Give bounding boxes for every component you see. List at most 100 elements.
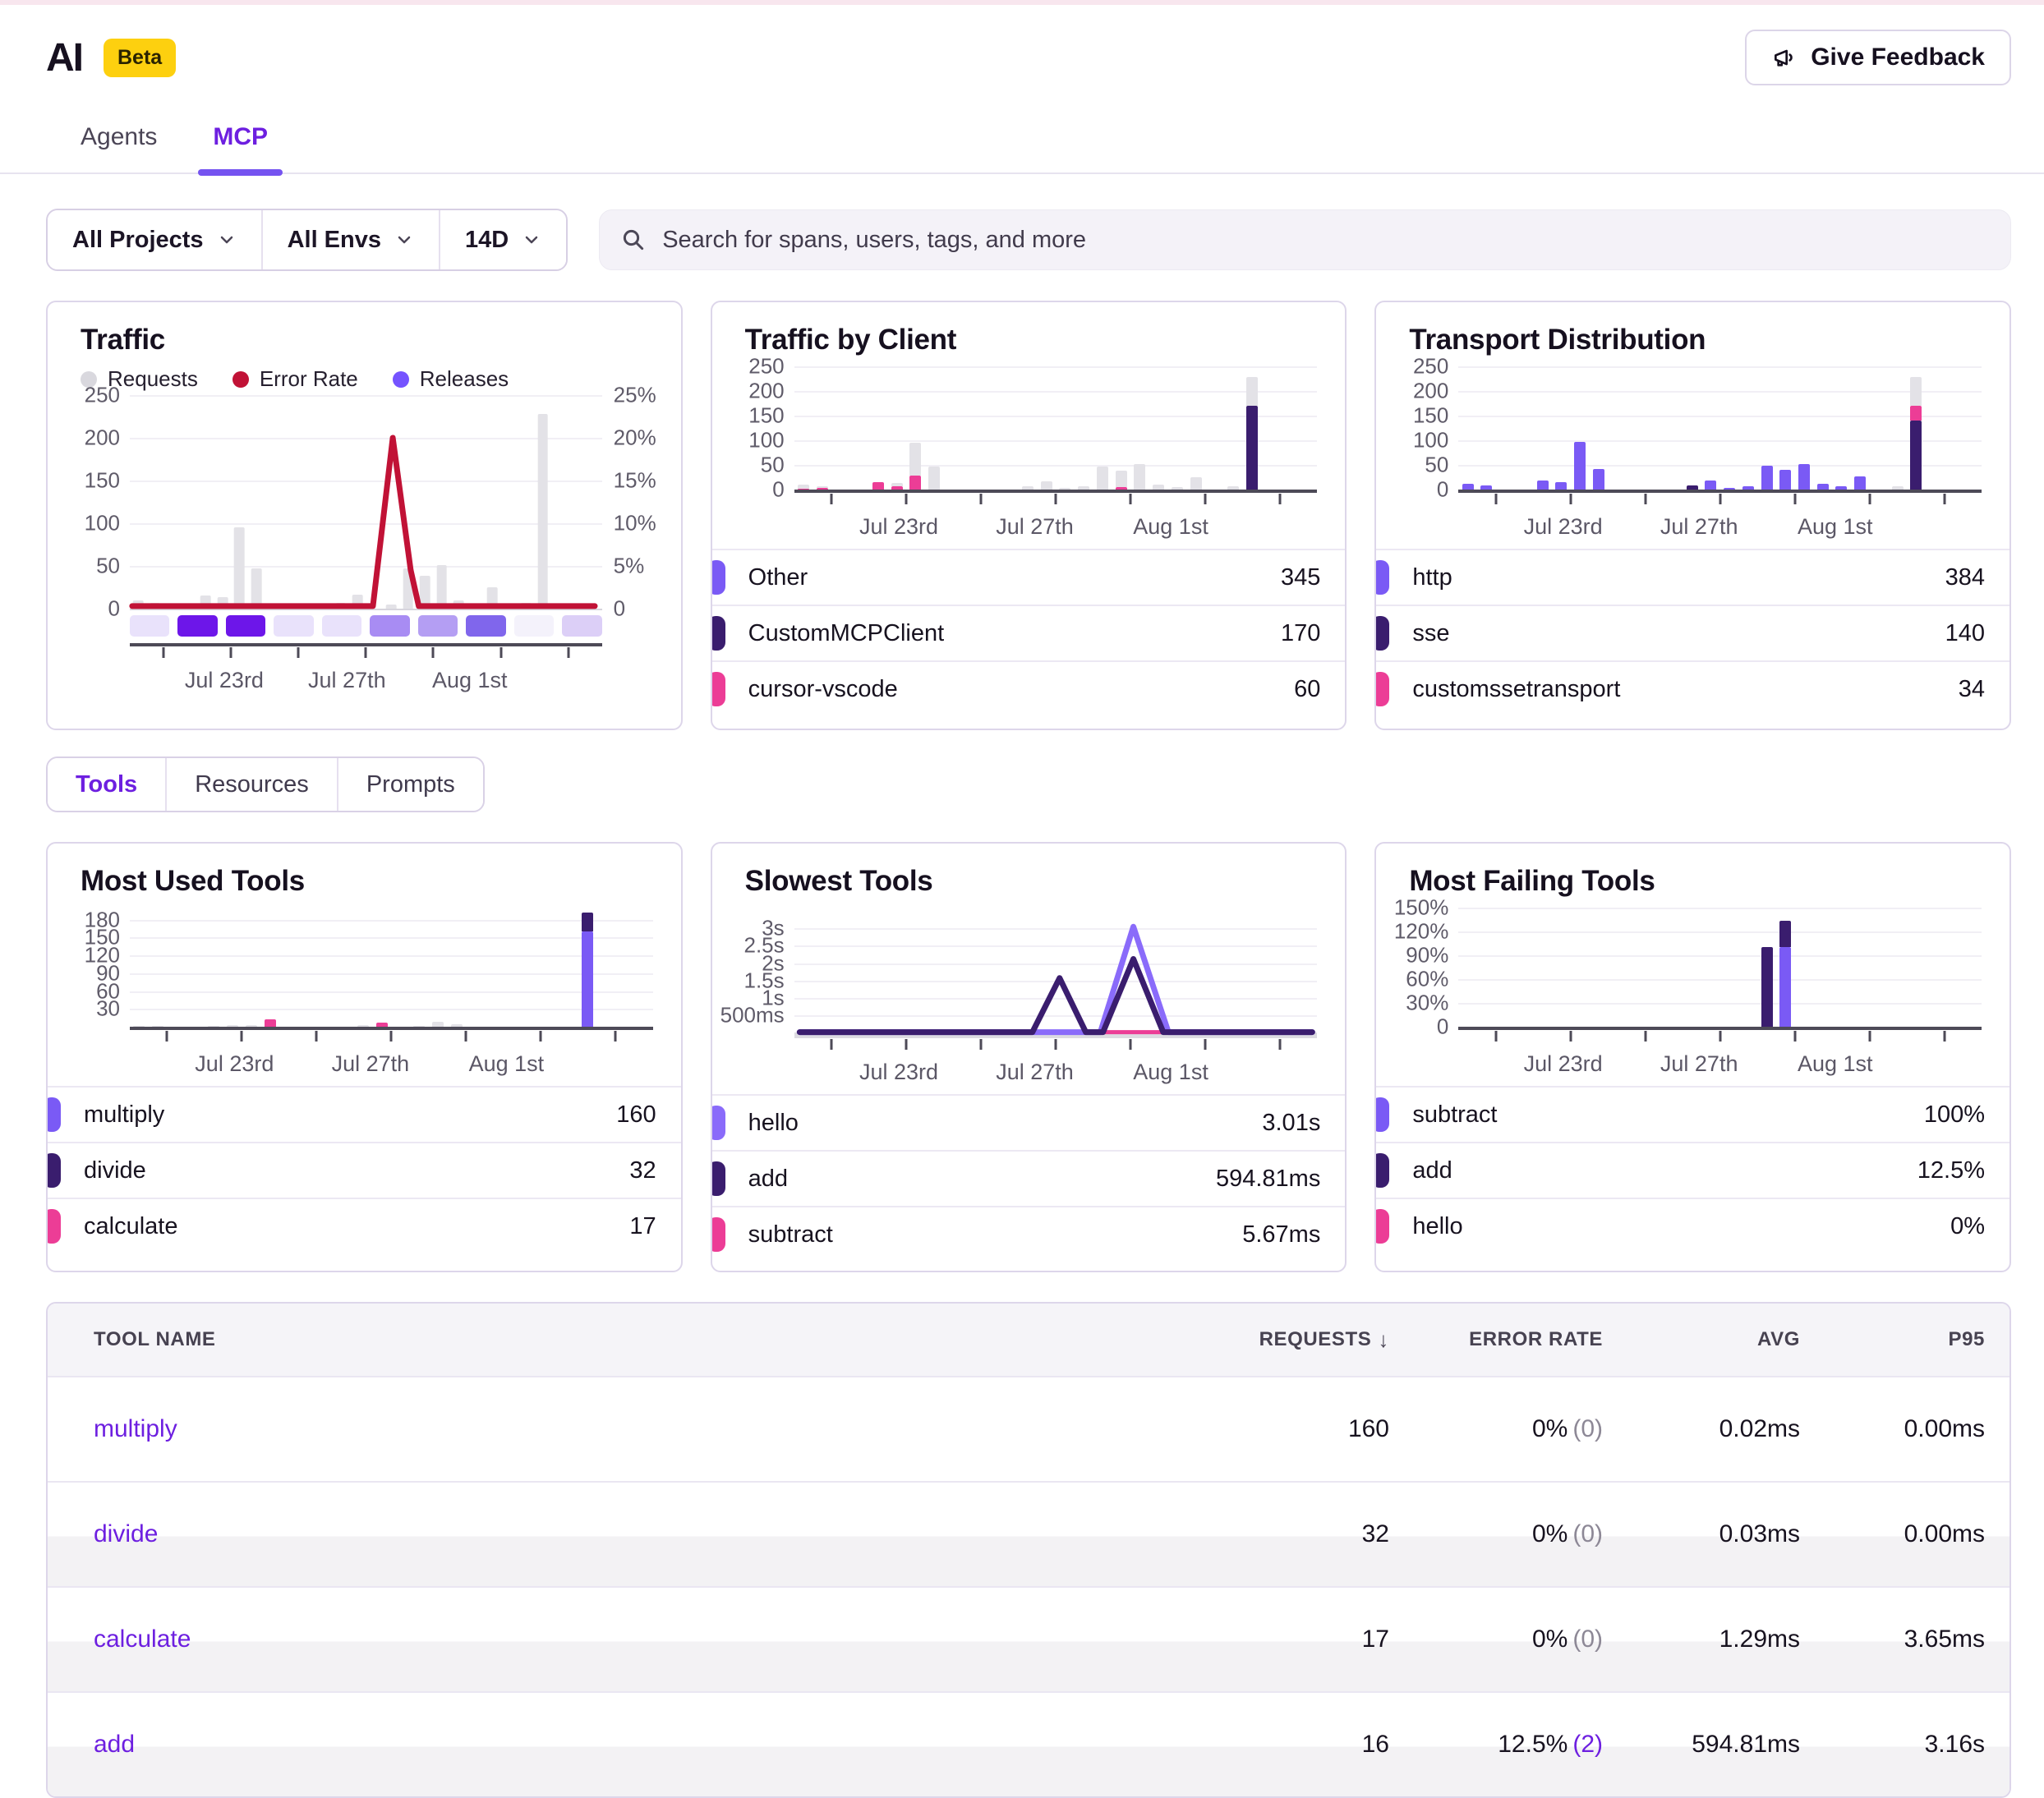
y-axis-tick-label: 50 [96,554,120,579]
release-segment[interactable] [226,615,265,637]
give-feedback-button[interactable]: Give Feedback [1745,30,2011,85]
chevron-down-icon [522,230,541,250]
gridline [1458,908,1982,909]
gridline [1458,1003,1982,1005]
legend-dot [232,371,249,388]
legend-item[interactable]: subtract5.67ms [712,1206,1346,1262]
table-row[interactable]: add1612.5%(2)594.81ms3.16s [48,1691,2009,1796]
tab-agents[interactable]: Agents [74,110,163,172]
most-failing-tools-card: Most Failing Tools 150%120%90%60%30%0 Ju… [1374,842,2011,1272]
x-axis-tick [1943,1031,1945,1042]
bar-segment [1574,442,1586,490]
megaphone-icon [1771,44,1798,71]
releases-track [130,615,602,637]
tool-name-link[interactable]: add [94,1731,1192,1759]
tab-mcp[interactable]: MCP [206,110,274,172]
tools-table: TOOL NAME REQUESTS ↓ ERROR RATE AVG P95 … [46,1302,2011,1798]
col-avg[interactable]: AVG [1757,1328,1800,1351]
chart-plot[interactable] [130,908,653,1027]
x-axis-tick [465,1031,467,1042]
legend-item[interactable]: add594.81ms [712,1150,1346,1206]
y-axis-tick-label: 100 [748,428,784,453]
legend-item[interactable]: subtract100% [1376,1086,2009,1142]
table-row[interactable]: calculate170%(0)1.29ms3.65ms [48,1586,2009,1691]
legend-item[interactable]: add 12.5% [1376,1142,2009,1198]
release-segment[interactable] [562,615,601,637]
release-segment[interactable] [370,615,409,637]
legend-item[interactable]: sse140 [1376,605,2009,660]
chart-plot[interactable] [1458,366,1982,490]
release-segment[interactable] [177,615,217,637]
x-axis-label: Aug 1st [1798,1051,1873,1077]
tab-prompts[interactable]: Prompts [337,758,483,811]
table-row[interactable]: divide320%(0)0.03ms0.00ms [48,1481,2009,1586]
x-axis-tick [540,1031,542,1042]
legend-item[interactable]: customssetransport34 [1376,660,2009,716]
bar-segment [798,485,809,489]
col-requests[interactable]: REQUESTS ↓ [1259,1327,1389,1353]
legend-item[interactable]: Other345 [712,549,1346,605]
release-segment[interactable] [466,615,505,637]
x-axis-tick [905,1039,908,1050]
tool-name-link[interactable]: calculate [94,1626,1192,1653]
legend-item[interactable]: http384 [1376,549,2009,605]
chart-plot[interactable] [130,395,602,610]
legend-label: add [748,1166,788,1193]
release-segment[interactable] [514,615,554,637]
date-range-filter[interactable]: 14D [439,210,566,269]
x-axis-tick [1868,1031,1871,1042]
release-segment[interactable] [322,615,361,637]
x-axis-tick [1719,1031,1721,1042]
table-header: TOOL NAME REQUESTS ↓ ERROR RATE AVG P95 [48,1304,2009,1376]
release-segment[interactable] [418,615,458,637]
chart-plot[interactable] [1458,908,1982,1027]
legend-chip: Releases [393,366,509,392]
legend-item[interactable]: CustomMCPClient170 [712,605,1346,660]
legend-label: divide [84,1157,146,1184]
col-p95[interactable]: P95 [1948,1328,1985,1351]
legend-swatch [46,1153,61,1188]
x-axis-label: Aug 1st [1798,514,1873,540]
gridline [130,937,653,939]
bar-segment [1854,476,1866,490]
legend-item[interactable]: hello3.01s [712,1094,1346,1150]
x-axis [1458,1027,1982,1042]
legend-value: 12.5% [1917,1157,1985,1184]
bar-segment [1593,469,1604,490]
y-axis-tick-label: 120% [1394,919,1449,945]
legend-item[interactable]: hello0% [1376,1198,2009,1253]
tool-name-link[interactable]: multiply [94,1415,1192,1443]
y-axis-tick-label: 200 [1413,379,1448,404]
avg-value: 0.03ms [1719,1520,1800,1548]
slowest-chart: 3s2.5s2s1.5s1s500ms Jul 23rdJul 27thAug … [712,908,1346,1089]
chart-plot[interactable] [794,366,1318,490]
legend-swatch [711,560,725,595]
y-axis-tick-label: 60% [1406,967,1448,992]
chart-plot[interactable] [794,908,1318,1038]
search-input[interactable] [661,226,1989,255]
legend-item[interactable]: divide32 [48,1142,681,1198]
release-segment[interactable] [274,615,313,637]
tab-resources[interactable]: Resources [165,758,337,811]
legend-label: customssetransport [1412,676,1620,703]
bar-segment [1798,464,1810,490]
x-axis-tick [297,647,300,658]
legend-label: add [1412,1157,1452,1184]
legend-item[interactable]: cursor-vscode60 [712,660,1346,716]
legend-item[interactable]: calculate17 [48,1198,681,1253]
error-count[interactable]: (2) [1572,1731,1603,1758]
tool-name-link[interactable]: divide [94,1520,1192,1548]
tab-tools[interactable]: Tools [48,758,165,811]
x-axis-label: Aug 1st [469,1051,545,1077]
col-error-rate[interactable]: ERROR RATE [1469,1328,1603,1351]
env-filter[interactable]: All Envs [261,210,439,269]
table-row[interactable]: multiply1600%(0)0.02ms0.00ms [48,1376,2009,1481]
bar-segment [1705,481,1716,490]
p95-value: 3.65ms [1904,1626,1985,1653]
project-filter[interactable]: All Projects [48,210,261,269]
filter-group: All Projects All Envs 14D [46,209,568,271]
legend-item[interactable]: multiply160 [48,1086,681,1142]
bar-segment [1779,921,1791,947]
release-segment[interactable] [130,615,169,637]
y-axis-tick-label: 5% [614,554,645,579]
